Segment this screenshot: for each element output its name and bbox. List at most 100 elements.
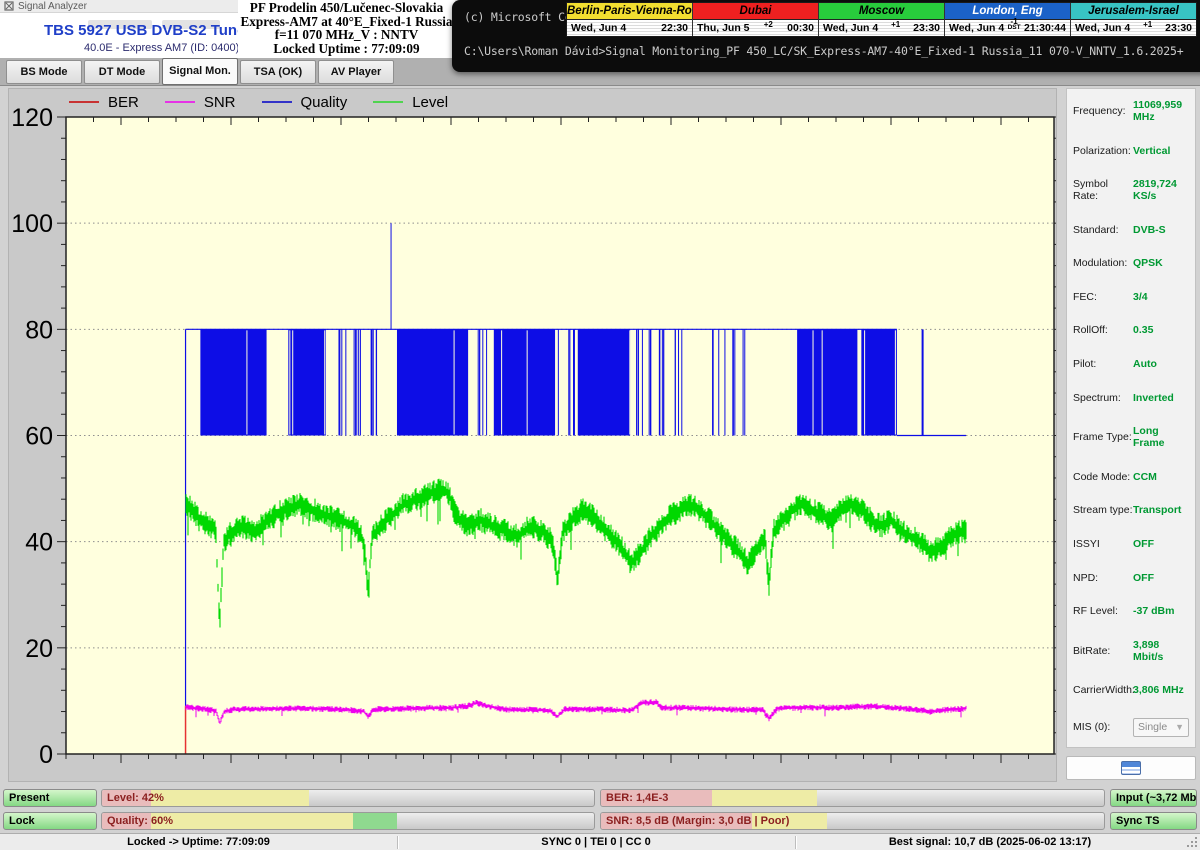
panel-row-mis: MIS (0): Single ▼ <box>1073 718 1189 737</box>
ber-line-swatch <box>69 101 99 103</box>
tab-tsa[interactable]: TSA (OK) <box>240 60 316 84</box>
clock-london: London, Eng Wed, Jun 4 -1DST 21:30:44 <box>945 3 1071 36</box>
annotation-line: f=11 070 MHz_V : NNTV <box>238 28 455 42</box>
clock-day: Wed, Jun 4 <box>1075 22 1130 34</box>
clock-dubai: Dubai Thu, Jun 5 +2 00:30 <box>693 3 819 36</box>
quality-meter-label: Quality: 60% <box>107 813 173 829</box>
panel-row: Frame Type:Long Frame <box>1073 425 1189 449</box>
signal-analyzer-window: Signal Analyzer TBS 5927 USB DVB-S2 Tune… <box>0 0 1200 850</box>
status-best-signal: Best signal: 10,7 dB (2025-06-02 13:17) <box>795 834 1185 850</box>
legend-item-level: Level <box>373 94 448 111</box>
clock-time: 23:30 <box>913 22 940 34</box>
parameters-panel: Frequency:11069,959 MHz Polarization:Vert… <box>1066 88 1196 748</box>
chevron-down-icon: ▼ <box>1175 722 1184 732</box>
panel-row: Stream type:Transport <box>1073 504 1189 516</box>
present-indicator: Present <box>3 789 97 807</box>
annotation-line: Express-AM7 at 40°E_Fixed-1 Russia <box>238 15 455 29</box>
level-line-swatch <box>373 101 403 103</box>
clock-moscow: Moscow Wed, Jun 4 +1 23:30 <box>819 3 945 36</box>
world-clocks-gadget: Berlin-Paris-Vienna-Roma Wed, Jun 4 22:3… <box>566 2 1197 37</box>
svg-text:120: 120 <box>11 104 53 132</box>
legend-item-quality: Quality <box>262 94 348 111</box>
panel-row: CarrierWidth:3,806 MHz <box>1073 684 1189 696</box>
tab-av-player[interactable]: AV Player <box>318 60 394 84</box>
tab-signal-mon[interactable]: Signal Mon. <box>162 58 238 85</box>
snr-meter-label: SNR: 8,5 dB (Margin: 3,0 dB | Poor) <box>606 813 789 829</box>
clock-offset: +2 <box>764 22 773 28</box>
level-meter-label: Level: 42% <box>107 790 164 806</box>
level-meter: Level: 42% <box>101 789 595 807</box>
ber-meter: BER: 1,4E-3 <box>600 789 1105 807</box>
mis-select[interactable]: Single ▼ <box>1133 718 1189 737</box>
panel-row: Modulation:QPSK <box>1073 257 1189 269</box>
clock-berlin: Berlin-Paris-Vienna-Roma Wed, Jun 4 22:3… <box>567 3 693 36</box>
clock-city-label: London, Eng <box>945 3 1070 20</box>
status-sync-counters: SYNC 0 | TEI 0 | CC 0 <box>397 834 795 850</box>
panel-row: Pilot:Auto <box>1073 358 1189 370</box>
svg-text:60: 60 <box>25 423 53 451</box>
clock-day: Thu, Jun 5 <box>697 22 750 34</box>
annotation-line: PF Prodelin 450/Lučenec-Slovakia <box>238 1 455 15</box>
panel-row: Code Mode:CCM <box>1073 471 1189 483</box>
panel-row: ISSYIOFF <box>1073 538 1189 550</box>
svg-text:0: 0 <box>39 741 53 769</box>
clock-jerusalem: Jerusalem-Israel Wed, Jun 4 +1 23:30 <box>1071 3 1196 36</box>
clock-day: Wed, Jun 4 <box>571 22 626 34</box>
panel-row: Frequency:11069,959 MHz <box>1073 99 1189 123</box>
panel-row: NPD:OFF <box>1073 572 1189 584</box>
annotation-line: Locked Uptime : 77:09:09 <box>238 42 455 56</box>
stream-list-button[interactable] <box>1066 756 1196 780</box>
quality-meter: Quality: 60% <box>101 812 595 830</box>
window-title: Signal Analyzer <box>18 1 87 12</box>
clock-dst-label: DST <box>1008 25 1021 31</box>
panel-row: FEC:3/4 <box>1073 291 1189 303</box>
signal-chart-widget: BER SNR Quality Level 0 20 40 60 80 100 120 <box>8 88 1057 782</box>
terminal-line: (c) Microsoft Cor <box>464 10 578 24</box>
panel-row: Symbol Rate:2819,724 KS/s <box>1073 178 1189 202</box>
snr-meter: SNR: 8,5 dB (Margin: 3,0 dB | Poor) <box>600 812 1105 830</box>
tab-dt-mode[interactable]: DT Mode <box>84 60 160 84</box>
clock-time: 21:30:44 <box>1024 22 1066 34</box>
svg-text:80: 80 <box>25 316 53 344</box>
lock-indicator: Lock <box>3 812 97 830</box>
clock-time: 00:30 <box>787 22 814 34</box>
panel-row: RollOff:0.35 <box>1073 324 1189 336</box>
quality-line-swatch <box>262 101 292 103</box>
clock-time: 23:30 <box>1165 22 1192 34</box>
terminal-command-line: C:\Users\Roman Dávid>Signal Monitoring_P… <box>464 44 1183 58</box>
clock-day: Wed, Jun 4 <box>949 22 1004 34</box>
sync-ts-indicator: Sync TS <box>1110 812 1197 830</box>
annotation-overlay: PF Prodelin 450/Lučenec-Slovakia Express… <box>238 0 455 57</box>
snr-line-swatch <box>165 101 195 103</box>
panel-row: BitRate:3,898 Mbit/s <box>1073 639 1189 663</box>
tab-bs-mode[interactable]: BS Mode <box>6 60 82 84</box>
status-locked-uptime: Locked -> Uptime: 77:09:09 <box>0 834 397 850</box>
panel-row: RF Level:-37 dBm <box>1073 605 1189 617</box>
tuner-title: TBS 5927 USB DVB-S2 Tuner <box>44 22 251 39</box>
svg-text:100: 100 <box>11 210 53 238</box>
clock-offset: +1 <box>891 22 900 28</box>
clock-city-label: Dubai <box>693 3 818 20</box>
clock-city-label: Jerusalem-Israel <box>1071 3 1196 20</box>
clock-time: 22:30 <box>661 22 688 34</box>
app-icon <box>4 1 14 11</box>
status-bar: Locked -> Uptime: 77:09:09 SYNC 0 | TEI … <box>0 833 1200 850</box>
list-icon <box>1121 761 1141 775</box>
signal-chart: 0 20 40 60 80 100 120 <box>9 89 1056 781</box>
panel-row: Standard:DVB-S <box>1073 224 1189 236</box>
input-indicator: Input (~3,72 Mbps) <box>1110 789 1197 807</box>
clock-city-label: Moscow <box>819 3 944 20</box>
svg-text:40: 40 <box>25 529 53 557</box>
clock-day: Wed, Jun 4 <box>823 22 878 34</box>
panel-row: Polarization:Vertical <box>1073 145 1189 157</box>
clock-offset: +1 <box>1143 22 1152 28</box>
ber-meter-label: BER: 1,4E-3 <box>606 790 668 806</box>
panel-row: Spectrum:Inverted <box>1073 392 1189 404</box>
chart-legend: BER SNR Quality Level <box>69 93 448 111</box>
resize-grip[interactable] <box>1187 837 1197 847</box>
mis-label: MIS (0): <box>1073 721 1133 733</box>
legend-item-ber: BER <box>69 94 139 111</box>
legend-item-snr: SNR <box>165 94 236 111</box>
clock-city-label: Berlin-Paris-Vienna-Roma <box>567 3 692 20</box>
svg-text:20: 20 <box>25 635 53 663</box>
